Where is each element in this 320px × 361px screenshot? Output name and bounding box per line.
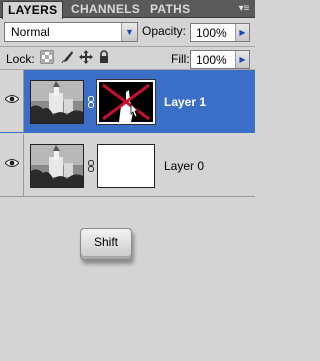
- layer-thumbnail[interactable]: [30, 80, 84, 124]
- link-chain-icon[interactable]: [87, 96, 95, 108]
- link-chain-icon[interactable]: [87, 160, 95, 172]
- layer-name[interactable]: Layer 1: [164, 95, 206, 109]
- visibility-toggle[interactable]: [0, 134, 24, 196]
- tab-paths[interactable]: PATHS: [145, 1, 195, 18]
- eye-icon: [5, 95, 19, 103]
- tab-layers[interactable]: LAYERS: [2, 1, 64, 19]
- layer-mask-thumbnail[interactable]: [97, 144, 155, 188]
- fill-field[interactable]: 100% ▶: [190, 50, 250, 69]
- opacity-label: Opacity:: [142, 24, 187, 38]
- lock-label: Lock:: [6, 52, 35, 66]
- blend-mode-value: Normal: [11, 25, 50, 39]
- lock-all-icon[interactable]: [97, 50, 113, 66]
- fill-value: 100%: [196, 53, 227, 67]
- tab-channels[interactable]: CHANNELS: [66, 1, 145, 18]
- layer-mask-thumbnail[interactable]: [96, 79, 156, 125]
- lock-position-icon[interactable]: [79, 50, 95, 66]
- opacity-value: 100%: [196, 26, 227, 40]
- chevron-right-icon[interactable]: ▶: [235, 24, 249, 41]
- panel-menu-icon[interactable]: ▾≡: [237, 2, 251, 15]
- visibility-toggle[interactable]: [0, 70, 24, 132]
- eye-icon: [5, 159, 19, 167]
- shift-key: Shift: [80, 228, 132, 260]
- layer-row-layer-0[interactable]: Layer 0: [0, 134, 255, 197]
- chevron-down-icon[interactable]: ▼: [121, 23, 137, 41]
- layer-row-layer-1[interactable]: Layer 1: [0, 70, 255, 133]
- layer-thumbnail[interactable]: [30, 144, 84, 188]
- panel-tab-bar: LAYERS CHANNELS PATHS ▾≡: [0, 0, 255, 19]
- lock-image-icon[interactable]: [60, 50, 76, 66]
- divider: [0, 46, 255, 47]
- layers-list: Layer 1 Layer 0: [0, 70, 255, 198]
- layer-name[interactable]: Layer 0: [164, 159, 204, 173]
- chevron-right-icon[interactable]: ▶: [235, 51, 249, 68]
- fill-label: Fill:: [171, 52, 190, 66]
- blend-mode-select[interactable]: Normal ▼: [4, 22, 138, 42]
- lock-transparency-icon[interactable]: [40, 50, 56, 66]
- opacity-field[interactable]: 100% ▶: [190, 23, 250, 42]
